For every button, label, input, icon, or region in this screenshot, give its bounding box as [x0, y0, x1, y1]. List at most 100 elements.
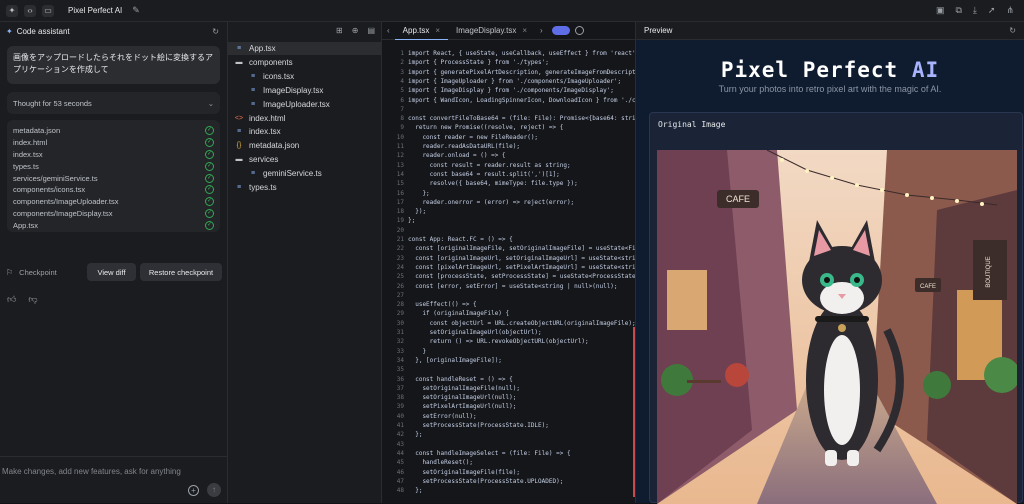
user-prompt: 画像をアップロードしたらそれをドット絵に変換するアプリケーションを作成して: [7, 46, 220, 84]
tree-item[interactable]: ≡ icons.tsx: [228, 70, 381, 83]
file-ts-icon: ≡: [236, 128, 242, 136]
line-number: 15: [396, 180, 404, 188]
original-image-card: Original Image CAFE BOUTIQUE CAFE: [649, 112, 1023, 504]
line-number: 43: [396, 440, 404, 448]
tree-item[interactable]: ≡ types.ts: [228, 181, 381, 194]
file-path: metadata.json: [13, 126, 61, 136]
flag-icon: ⚐: [6, 267, 14, 277]
changed-file-item[interactable]: components/ImageDisplay.tsx ✓: [13, 208, 214, 220]
tree-item[interactable]: ≡ ImageDisplay.tsx: [228, 84, 381, 97]
new-file-icon-2[interactable]: ⊕: [352, 26, 359, 35]
tab-imagedisplay-tsx[interactable]: ImageDisplay.tsx ×: [448, 22, 535, 40]
deploy-icon[interactable]: ➚: [988, 5, 996, 16]
code-line: };: [408, 487, 423, 495]
refresh-icon[interactable]: ↻: [1009, 26, 1016, 35]
line-number: 32: [396, 338, 404, 346]
changed-file-item[interactable]: components/ImageUploader.tsx ✓: [13, 196, 214, 208]
code-line: };: [408, 217, 416, 225]
line-number: 42: [396, 431, 404, 439]
line-number: 11: [396, 143, 404, 150]
line-number: 29: [396, 310, 404, 318]
refresh-icon[interactable]: ↻: [212, 27, 219, 36]
code-line: const handleReset = () => {: [408, 375, 513, 383]
new-file-icon[interactable]: ⊞: [336, 26, 343, 35]
changed-file-item[interactable]: metadata.json ✓: [13, 125, 214, 137]
code-line: });: [408, 208, 427, 216]
code-line: useEffect(() => {: [408, 301, 477, 309]
file-path: index.tsx: [13, 149, 43, 159]
line-number: 34: [396, 356, 404, 364]
view-diff-button[interactable]: View diff: [87, 263, 136, 281]
line-number: 28: [396, 301, 404, 309]
tab-label: App.tsx: [402, 25, 430, 35]
line-number: 46: [396, 468, 404, 476]
tree-item-label: icons.tsx: [263, 71, 295, 81]
tree-item[interactable]: ≡ ImageUploader.tsx: [228, 98, 381, 111]
cafe-sign-2: CAFE: [920, 284, 936, 290]
tree-item-label: ImageUploader.tsx: [263, 99, 330, 109]
check-icon: ✓: [205, 149, 214, 159]
restore-checkpoint-button[interactable]: Restore checkpoint: [140, 263, 222, 281]
changed-file-item[interactable]: types.ts ✓: [13, 160, 214, 172]
monitor-icon[interactable]: ▭: [42, 4, 54, 17]
line-number: 26: [396, 282, 404, 290]
code-line: setPixelArtImageUrl(null);: [408, 403, 517, 411]
line-number: 21: [396, 236, 404, 243]
assistant-title: Code assistant: [16, 26, 70, 36]
original-image: CAFE BOUTIQUE CAFE: [657, 150, 1017, 504]
line-number: 8: [400, 115, 404, 123]
line-number: 12: [396, 152, 404, 160]
code-line: import { ImageUploader } from './compone…: [408, 77, 622, 85]
tab-app-tsx[interactable]: App.tsx ×: [394, 22, 449, 40]
chevron-left-icon[interactable]: ‹: [382, 26, 395, 35]
close-icon[interactable]: ×: [435, 26, 440, 35]
assistant-header: ✦ Code assistant ↻: [0, 22, 227, 40]
changed-file-item[interactable]: services/geminiService.ts ✓: [13, 172, 214, 184]
chat-input[interactable]: Make changes, add new features, ask for …: [2, 467, 181, 476]
line-number: 36: [396, 375, 404, 383]
tree-item[interactable]: ▬ components: [228, 56, 381, 69]
code-line: setOriginalImageUrl(null);: [408, 394, 517, 402]
heading-ai: AI: [911, 58, 940, 82]
file-path: components/ImageUploader.tsx: [13, 197, 119, 207]
file-path: types.ts: [13, 161, 39, 171]
chevron-right-icon[interactable]: ›: [535, 26, 548, 35]
code-line: import { generatePixelArtDescription, ge…: [408, 68, 636, 76]
share-icon[interactable]: ⋔: [1006, 5, 1014, 16]
sparkle-icon[interactable]: ✦: [6, 4, 18, 17]
tree-item-label: components: [249, 57, 293, 67]
play-icon[interactable]: [574, 26, 584, 35]
code-line: reader.onerror = (error) => reject(error…: [408, 198, 575, 206]
new-folder-icon[interactable]: ▤: [367, 26, 375, 35]
code-line: const convertFileToBase64 = (file: File)…: [408, 115, 636, 123]
changed-file-item[interactable]: components/icons.tsx ✓: [13, 184, 214, 196]
tree-item[interactable]: ▬ services: [228, 153, 381, 166]
send-icon[interactable]: ↑: [207, 483, 221, 497]
tree-item[interactable]: {} metadata.json: [228, 139, 381, 152]
tree-item[interactable]: ≡ geminiService.ts: [228, 167, 381, 180]
line-number: 30: [396, 319, 404, 327]
save-icon[interactable]: ▣: [936, 5, 945, 16]
toggle-switch[interactable]: [551, 26, 570, 35]
check-icon: ✓: [205, 126, 214, 136]
changed-file-item[interactable]: index.html ✓: [13, 137, 214, 149]
line-number: 27: [396, 291, 404, 299]
thumbs-up-icon[interactable]: 👍︎: [7, 294, 16, 305]
heading-main: Pixel Perfect: [720, 58, 912, 82]
thumbs-down-icon[interactable]: 👎︎: [28, 294, 37, 305]
copy-icon[interactable]: ⧉: [955, 5, 961, 16]
tree-item[interactable]: ≡ App.tsx: [228, 42, 381, 55]
code-icon[interactable]: ‹›: [24, 4, 36, 17]
pencil-icon[interactable]: ✎: [132, 5, 140, 16]
code-line: const result = reader.result as string;: [408, 161, 571, 169]
add-icon[interactable]: +: [188, 485, 199, 496]
thought-toggle[interactable]: Thought for 53 seconds ⌄: [7, 92, 220, 114]
tree-item[interactable]: <> index.html: [228, 112, 381, 125]
close-icon[interactable]: ×: [522, 26, 527, 35]
code-line: const [originalImageFile, setOriginalIma…: [408, 245, 636, 253]
changed-file-item[interactable]: App.tsx ✓: [13, 219, 214, 231]
code-line: setError(null);: [408, 412, 477, 420]
changed-file-item[interactable]: index.tsx ✓: [13, 149, 214, 161]
tree-item[interactable]: ≡ index.tsx: [228, 125, 381, 138]
download-icon[interactable]: ⤓: [973, 5, 977, 16]
